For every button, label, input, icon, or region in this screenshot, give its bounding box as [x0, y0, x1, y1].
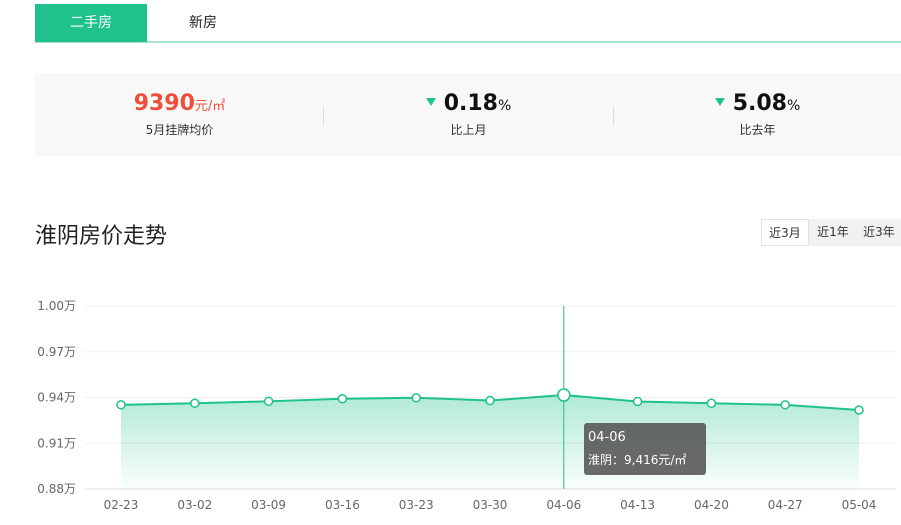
y-tick-label: 0.88万 [37, 482, 76, 496]
series-area [121, 395, 859, 489]
x-tick-label: 03-23 [399, 498, 434, 512]
yoy-label: 比去年 [739, 123, 776, 137]
range-3-years-button[interactable]: 近3年 [857, 219, 901, 246]
y-tick-label: 0.97万 [37, 345, 76, 359]
mom-value: 0.18 [443, 91, 498, 116]
x-tick-label: 04-13 [620, 498, 655, 512]
data-point [337, 393, 348, 404]
price-stats-panel: 9390元/㎡ 5月挂牌均价 0.18% 比上月 5.08% 比去年 [35, 73, 901, 156]
x-tick-label: 04-27 [768, 498, 803, 512]
tab-second-hand[interactable]: 二手房 [35, 4, 147, 42]
yoy-value: 5.08 [732, 91, 787, 116]
x-tick-label: 04-20 [694, 498, 729, 512]
x-tick-label: 03-09 [251, 498, 286, 512]
listing-price-label: 5月挂牌均价 [145, 123, 214, 137]
data-point [706, 398, 717, 409]
property-type-tabs: 二手房 新房 [35, 4, 901, 43]
range-1-year-button[interactable]: 近1年 [809, 219, 857, 246]
down-arrow-icon [714, 98, 725, 106]
listing-price-unit: 元/㎡ [194, 99, 226, 114]
y-tick-label: 0.91万 [37, 436, 76, 450]
mom-unit: % [497, 98, 512, 114]
yoy-unit: % [786, 98, 801, 114]
data-point [190, 398, 200, 409]
chart-tooltip: 04-06 淮阴：9,416元/㎡ [584, 423, 706, 475]
tooltip-value: 淮阴：9,416元/㎡ [588, 453, 687, 467]
highlight-point [557, 388, 571, 402]
data-point [116, 400, 126, 410]
data-point [411, 393, 421, 403]
data-point [485, 395, 495, 406]
x-tick-label: 03-02 [177, 498, 212, 512]
down-arrow-icon [425, 98, 436, 106]
data-point [780, 400, 790, 410]
price-trend-chart[interactable]: 0.88万 0.91万 0.94万 0.97万 1.00万 02-23 03-02 03-09… [0, 290, 901, 525]
x-tick-label: 04-06 [546, 498, 581, 512]
tooltip-date: 04-06 [588, 430, 626, 445]
range-3-months-button[interactable]: 近3月 [761, 219, 809, 246]
x-tick-label: 03-16 [325, 498, 360, 512]
stat-month-over-month: 0.18% 比上月 [324, 73, 613, 156]
mom-label: 比上月 [450, 123, 487, 137]
x-tick-label: 02-23 [104, 498, 139, 512]
stat-listing-price: 9390元/㎡ 5月挂牌均价 [35, 73, 324, 156]
x-tick-label: 05-04 [842, 498, 877, 512]
trend-title: 淮阴房价走势 [35, 224, 168, 249]
data-point [263, 396, 274, 407]
listing-price-value: 9390 [133, 91, 195, 116]
y-tick-label: 1.00万 [37, 299, 76, 313]
data-point [632, 396, 643, 407]
data-point [854, 405, 864, 415]
x-tick-label: 03-30 [473, 498, 508, 512]
y-tick-label: 0.94万 [37, 391, 76, 405]
tab-new-home[interactable]: 新房 [147, 4, 259, 42]
stat-year-over-year: 5.08% 比去年 [613, 73, 901, 156]
price-trend-svg[interactable]: 0.88万 0.91万 0.94万 0.97万 1.00万 02-23 03-02 03-09… [0, 290, 901, 525]
